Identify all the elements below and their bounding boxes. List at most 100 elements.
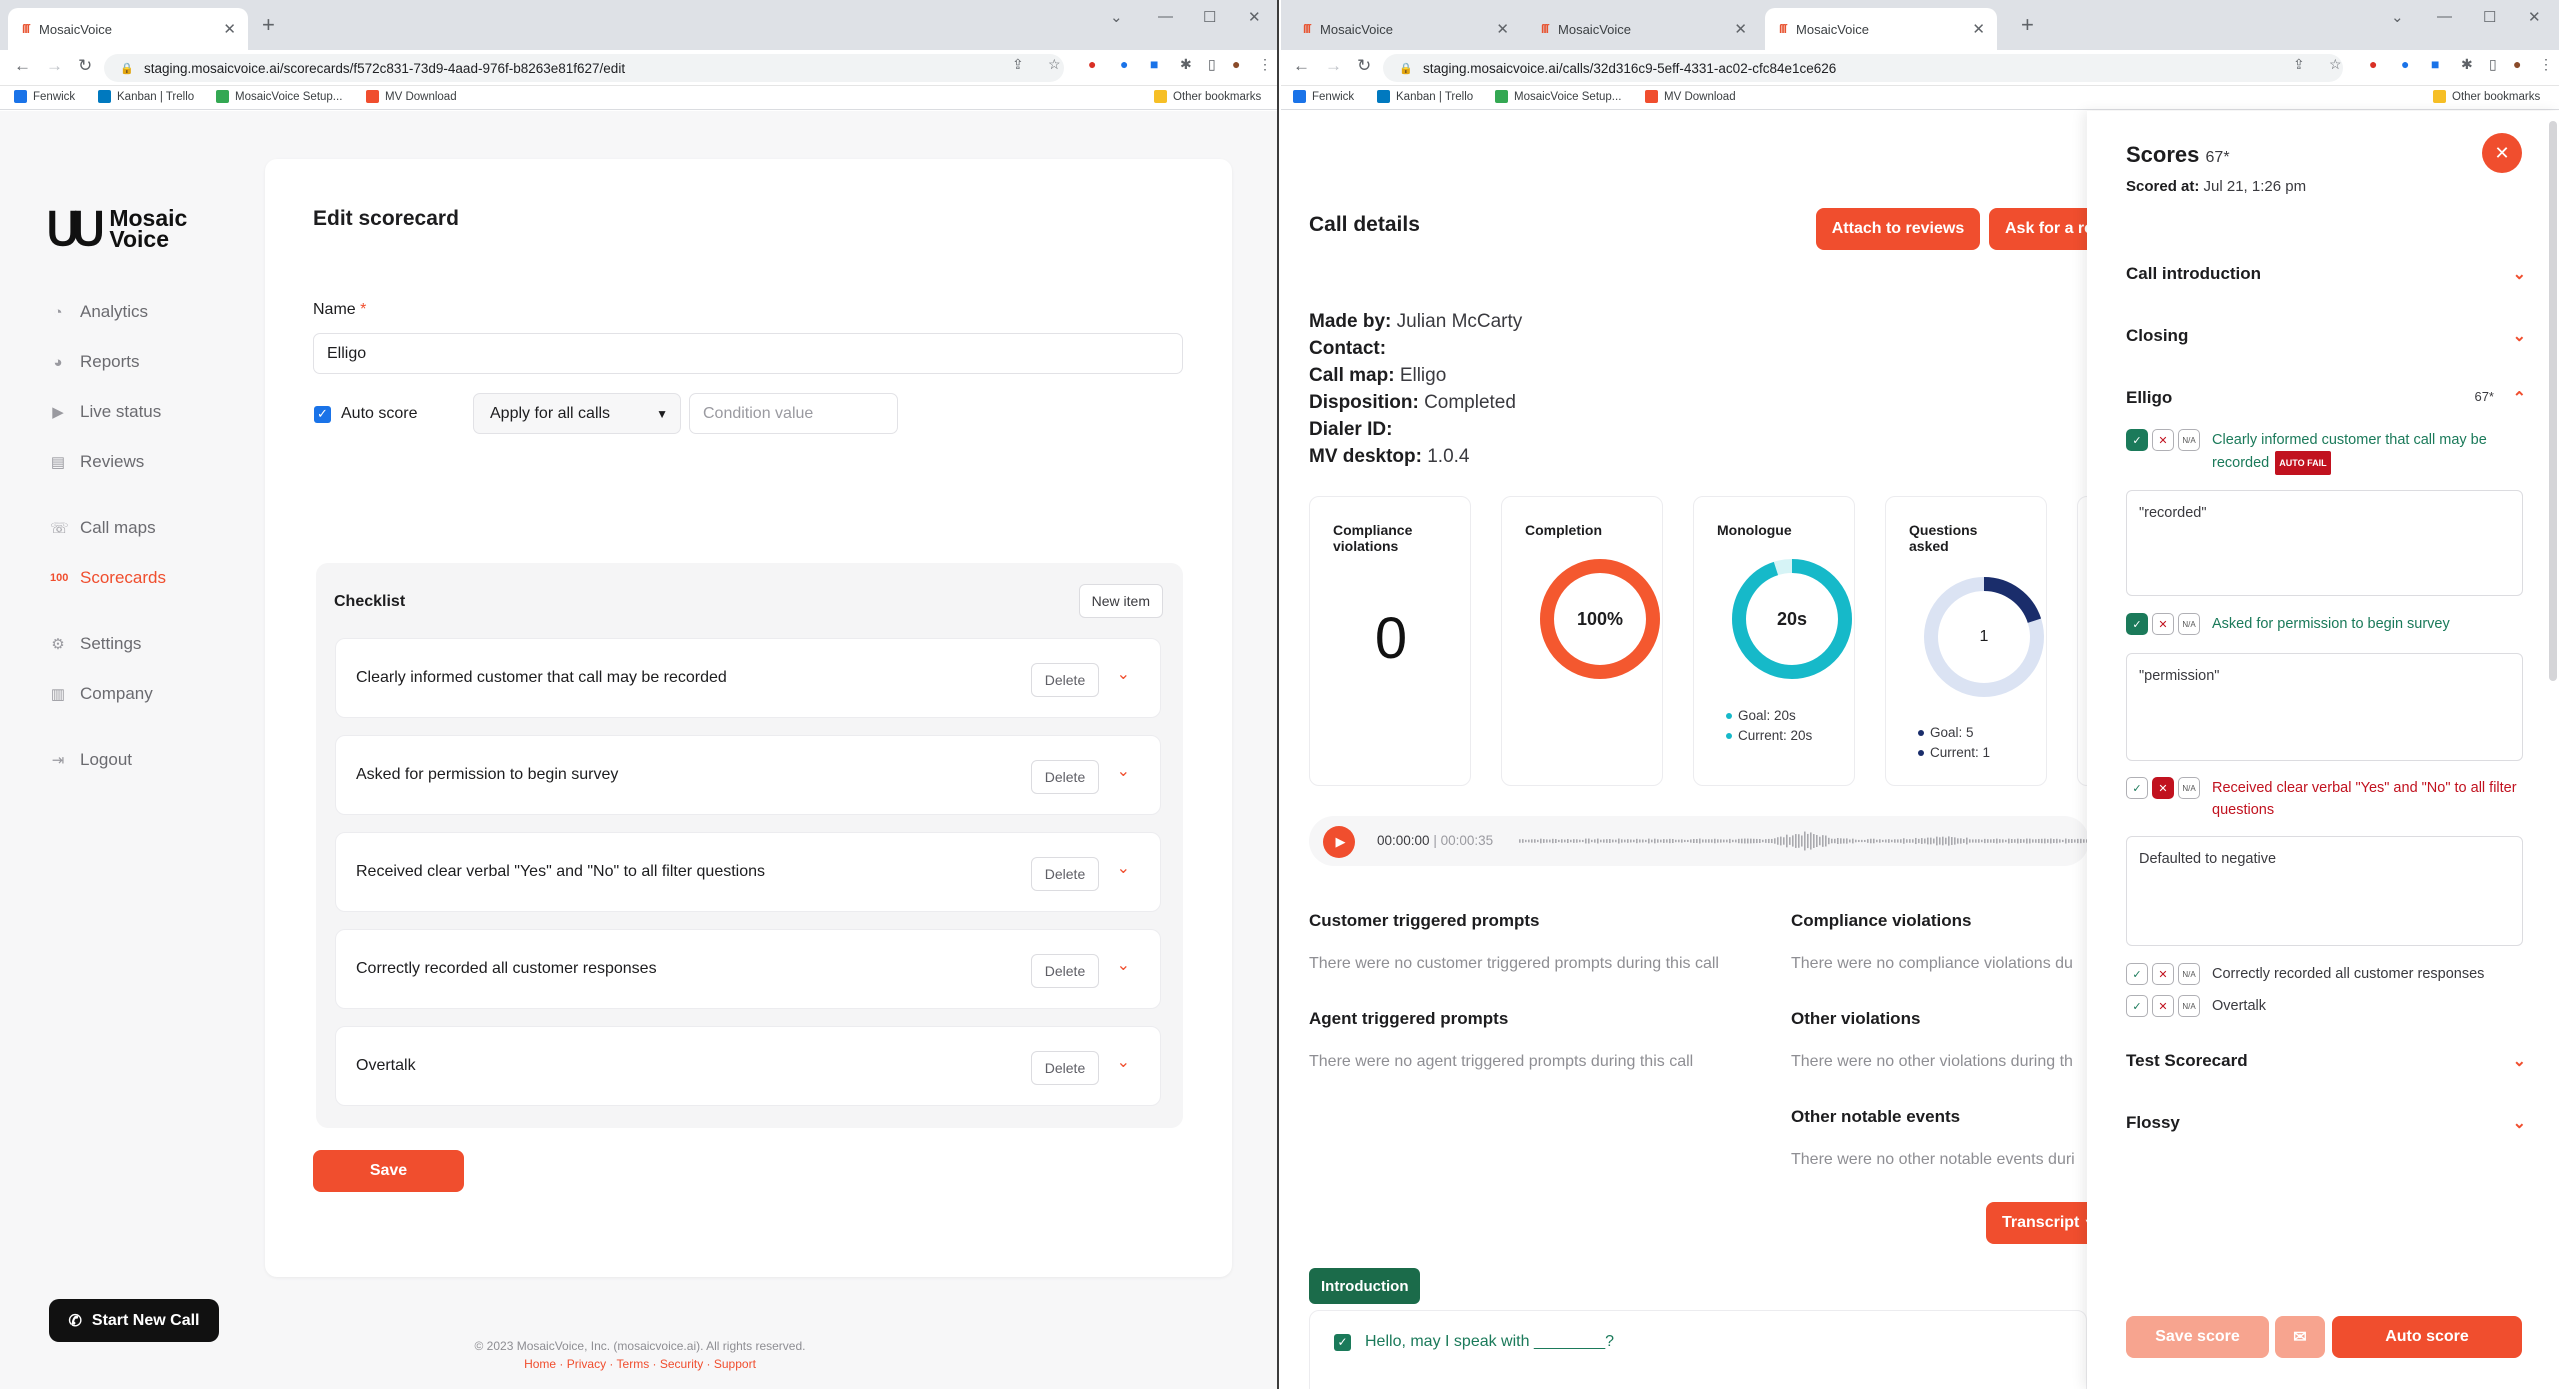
ask-for-review-button[interactable]: Ask for a re <box>1989 208 2087 250</box>
tab-mosaicvoice-3[interactable]: ſſſ MosaicVoice ✕ <box>1765 8 1997 50</box>
extensions-puzzle-icon[interactable]: ✱ <box>1180 56 1192 73</box>
bookmark-trello[interactable]: Kanban | Trello <box>1377 90 1473 103</box>
maximize-icon[interactable]: ☐ <box>1203 8 1216 26</box>
yes-check-icon[interactable]: ✓ <box>2126 777 2148 799</box>
sidebar-item-call-maps[interactable]: ☏ Call maps <box>50 518 156 538</box>
checklist-item[interactable]: Asked for permission to begin survey Dele… <box>335 735 1161 815</box>
delete-button[interactable]: Delete <box>1031 1051 1099 1085</box>
bookmark-fenwick[interactable]: Fenwick <box>14 90 75 103</box>
na-toggle[interactable]: N/A <box>2178 963 2200 985</box>
new-tab-button[interactable]: + <box>2021 14 2034 36</box>
condition-value-input[interactable]: Condition value <box>689 393 898 434</box>
no-x-icon[interactable]: ✕ <box>2152 963 2174 985</box>
panel-scrollbar[interactable] <box>2549 121 2557 681</box>
extension-red-icon[interactable]: ● <box>1088 56 1096 72</box>
save-button[interactable]: Save <box>313 1150 464 1192</box>
auto-score-checkbox[interactable]: ✓ Auto score <box>314 405 417 423</box>
close-panel-button[interactable]: ✕ <box>2482 133 2522 173</box>
apply-select[interactable]: Apply for all calls ▼ <box>473 393 681 434</box>
yes-check-icon[interactable]: ✓ <box>2126 995 2148 1017</box>
minimize-icon[interactable]: — <box>2437 8 2452 25</box>
sidebar-item-live-status[interactable]: ▶ Live status <box>50 402 161 422</box>
new-item-button[interactable]: New item <box>1078 584 1163 618</box>
side-panel-icon[interactable]: ▯ <box>2489 56 2497 73</box>
attach-to-reviews-button[interactable]: Attach to reviews <box>1816 208 1980 250</box>
no-x-icon[interactable]: ✕ <box>2152 429 2174 451</box>
bookmark-setup[interactable]: MosaicVoice Setup... <box>1495 90 1621 103</box>
extension-z-icon[interactable]: ■ <box>1150 56 1158 72</box>
play-button[interactable]: ▶ <box>1323 826 1355 858</box>
delete-button[interactable]: Delete <box>1031 760 1099 794</box>
extension-red-icon[interactable]: ● <box>2369 56 2377 72</box>
no-x-icon[interactable]: ✕ <box>2152 613 2174 635</box>
extensions-puzzle-icon[interactable]: ✱ <box>2461 56 2473 73</box>
delete-button[interactable]: Delete <box>1031 954 1099 988</box>
tab-mosaicvoice-2[interactable]: ſſſ MosaicVoice ✕ <box>1527 8 1759 50</box>
no-x-icon[interactable]: ✕ <box>2152 777 2174 799</box>
email-button[interactable]: ✉ <box>2275 1316 2325 1358</box>
delete-button[interactable]: Delete <box>1031 857 1099 891</box>
bookmark-setup[interactable]: MosaicVoice Setup... <box>216 90 342 103</box>
close-window-icon[interactable]: ✕ <box>2528 8 2541 26</box>
group-flossy[interactable]: Flossy ⌄ <box>2126 1113 2526 1133</box>
other-bookmarks[interactable]: Other bookmarks <box>2433 90 2540 103</box>
maximize-icon[interactable]: ☐ <box>2483 8 2496 26</box>
item-3-note[interactable]: Defaulted to negative <box>2126 836 2523 946</box>
yes-check-icon[interactable]: ✓ <box>2126 429 2148 451</box>
item-1-note[interactable]: "recorded" <box>2126 490 2523 596</box>
waveform[interactable] <box>1519 821 2089 861</box>
close-tab-icon[interactable]: ✕ <box>1734 20 1747 38</box>
start-new-call-button[interactable]: ✆ Start New Call <box>49 1299 219 1342</box>
reload-icon[interactable]: ↻ <box>78 56 92 76</box>
delete-button[interactable]: Delete <box>1031 663 1099 697</box>
profile-avatar-icon[interactable]: ● <box>1232 56 1240 72</box>
browser-menu-icon[interactable]: ⋮ <box>1258 56 1272 73</box>
group-call-introduction[interactable]: Call introduction ⌄ <box>2126 264 2526 284</box>
bookmark-fenwick[interactable]: Fenwick <box>1293 90 1354 103</box>
na-toggle[interactable]: N/A <box>2178 995 2200 1017</box>
no-x-icon[interactable]: ✕ <box>2152 995 2174 1017</box>
sidebar-item-logout[interactable]: ⇥ Logout <box>50 750 132 770</box>
yes-check-icon[interactable]: ✓ <box>2126 963 2148 985</box>
chevron-down-icon[interactable]: ⌄ <box>1117 858 1130 878</box>
transcript-button[interactable]: Transcript▼ <box>1986 1202 2087 1244</box>
footer-links[interactable]: Home · Privacy · Terms · Security · Supp… <box>400 1357 880 1371</box>
save-score-button[interactable]: Save score <box>2126 1316 2269 1358</box>
chevron-down-icon[interactable]: ⌄ <box>1117 664 1130 684</box>
check-icon[interactable]: ✓ <box>1334 1333 1351 1351</box>
checklist-item[interactable]: Correctly recorded all customer response… <box>335 929 1161 1009</box>
chevron-down-icon[interactable]: ⌄ <box>1117 955 1130 975</box>
back-icon[interactable]: ← <box>1293 56 1310 76</box>
bookmark-star-icon[interactable]: ☆ <box>1048 56 1061 73</box>
checklist-item[interactable]: Overtalk Delete ⌄ <box>335 1026 1161 1106</box>
url-field[interactable]: 🔒 staging.mosaicvoice.ai/calls/32d316c9-… <box>1383 54 2343 82</box>
auto-score-button[interactable]: Auto score <box>2332 1316 2522 1358</box>
group-elligo[interactable]: Elligo 67* ⌃ <box>2126 388 2526 408</box>
extension-blue-icon[interactable]: ● <box>1120 56 1128 72</box>
introduction-tag[interactable]: Introduction <box>1309 1268 1421 1304</box>
item-2-note[interactable]: "permission" <box>2126 653 2523 761</box>
close-tab-icon[interactable]: ✕ <box>1496 20 1509 38</box>
reload-icon[interactable]: ↻ <box>1357 56 1371 76</box>
tab-mosaicvoice[interactable]: ſſſ MosaicVoice ✕ <box>8 8 248 50</box>
bookmark-star-icon[interactable]: ☆ <box>2329 56 2342 73</box>
sidebar-item-analytics[interactable]: ◔ Analytics <box>50 302 148 322</box>
mosaicvoice-logo[interactable]: ᑌᑌ Mosaic Voice <box>46 206 187 252</box>
extension-blue-icon[interactable]: ● <box>2401 56 2409 72</box>
group-test-scorecard[interactable]: Test Scorecard ⌄ <box>2126 1051 2526 1071</box>
tab-search-chevron-icon[interactable]: ⌄ <box>2391 8 2404 26</box>
other-bookmarks[interactable]: Other bookmarks <box>1154 90 1261 103</box>
name-input[interactable]: Elligo <box>313 333 1183 374</box>
close-tab-icon[interactable]: ✕ <box>1972 20 1985 38</box>
extension-z-icon[interactable]: ■ <box>2431 56 2439 72</box>
share-icon[interactable]: ⇪ <box>1012 56 1024 73</box>
forward-icon[interactable]: → <box>46 56 63 76</box>
forward-icon[interactable]: → <box>1325 56 1342 76</box>
na-toggle[interactable]: N/A <box>2178 613 2200 635</box>
profile-avatar-icon[interactable]: ● <box>2513 56 2521 72</box>
na-toggle[interactable]: N/A <box>2178 429 2200 451</box>
checklist-item[interactable]: Clearly informed customer that call may … <box>335 638 1161 718</box>
url-field[interactable]: 🔒 staging.mosaicvoice.ai/scorecards/f572… <box>104 54 1064 82</box>
sidebar-item-reviews[interactable]: ▤ Reviews <box>50 452 144 472</box>
share-icon[interactable]: ⇪ <box>2293 56 2305 73</box>
